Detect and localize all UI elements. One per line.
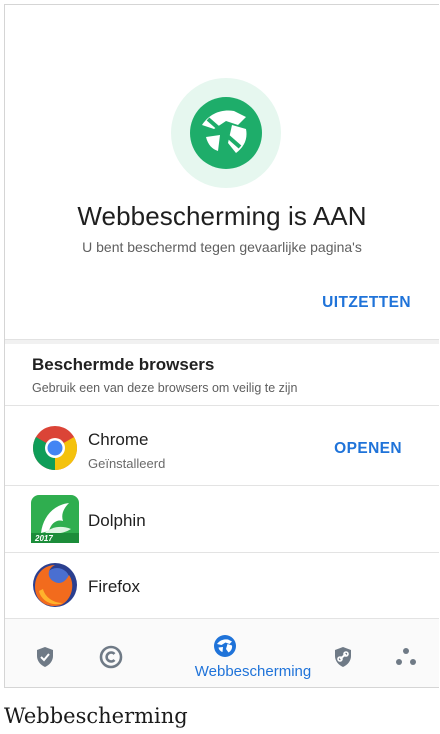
web-protection-icon: [214, 635, 236, 657]
protected-browsers-title: Beschermde browsers: [32, 355, 215, 374]
header-divider: [5, 405, 439, 406]
nav-item-protection[interactable]: [33, 619, 59, 687]
browser-name: Dolphin: [88, 511, 146, 530]
bottom-navigation: Webbescherming: [5, 618, 439, 687]
browser-row-dolphin[interactable]: 2017 Dolphin: [5, 486, 439, 553]
browser-status: Geïnstalleerd: [88, 456, 166, 471]
browser-row-firefox[interactable]: Firefox: [5, 553, 439, 619]
nav-item-more[interactable]: [395, 619, 419, 687]
nav-item-scan[interactable]: [99, 619, 125, 687]
protection-status-panel: Webbescherming is AAN U bent beschermd t…: [5, 5, 439, 339]
turn-off-button[interactable]: UITZETTEN: [322, 294, 411, 312]
circle-c-icon: [99, 645, 123, 669]
dolphin-icon: 2017: [31, 495, 79, 543]
dolphin-icon-badge: 2017: [34, 534, 53, 543]
open-chrome-button[interactable]: OPENEN: [334, 440, 402, 458]
section-divider: [5, 339, 439, 344]
dots-icon: [396, 648, 416, 665]
nav-label-web-protection: Webbescherming: [194, 663, 312, 680]
firefox-icon: [33, 563, 77, 607]
screen-caption: Webbescherming: [4, 704, 188, 728]
chrome-icon: [33, 426, 77, 470]
protection-badge: [171, 78, 281, 188]
browser-name: Firefox: [88, 577, 140, 596]
browser-name: Chrome: [88, 430, 149, 449]
protection-status-subtitle: U bent beschermd tegen gevaarlijke pagin…: [82, 239, 362, 255]
app-screen: Webbescherming is AAN U bent beschermd t…: [4, 4, 439, 688]
nav-item-web-protection[interactable]: Webbescherming: [195, 619, 311, 687]
protected-browsers-subtitle: Gebruik een van deze browsers om veilig …: [32, 381, 298, 395]
shield-check-icon: [37, 647, 53, 667]
web-protection-logo-icon: [190, 97, 262, 169]
protected-browsers-header: Beschermde browsers Gebruik een van deze…: [32, 355, 297, 395]
protection-status-title: Webbescherming is AAN: [77, 201, 367, 231]
browser-row-chrome[interactable]: Chrome Geïnstalleerd OPENEN: [5, 412, 439, 486]
nav-item-link-protection[interactable]: [331, 619, 355, 687]
shield-link-icon: [335, 647, 351, 667]
